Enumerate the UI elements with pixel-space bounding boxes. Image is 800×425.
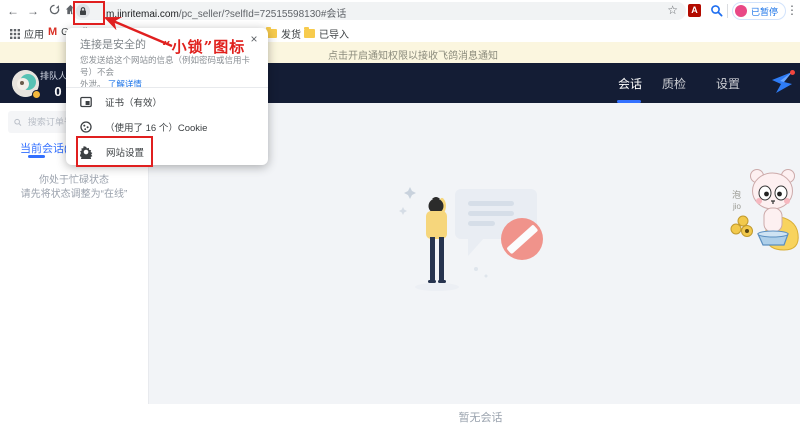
forward-icon[interactable]: → <box>26 4 40 18</box>
certificate-row[interactable]: 证书（有效） <box>66 92 268 112</box>
popup-body-line1: 您发送给这个网站的信息（例如密码或信用卡号）不会 <box>80 55 250 77</box>
tab-settings[interactable]: 设置 <box>716 75 740 92</box>
bear-sticker: 泡 jio <box>726 158 800 271</box>
bookmark-folder-1-label: 发货 <box>281 26 301 41</box>
gmail-icon: M <box>48 26 57 38</box>
no-session-label: 暂无会话 <box>398 409 563 425</box>
certificate-icon <box>80 96 92 108</box>
sticker-text-2: jio <box>732 202 742 211</box>
empty-state-illustration <box>398 181 563 308</box>
busy-status-line1: 你处于忙碌状态 <box>0 171 148 186</box>
search-icon <box>14 118 22 127</box>
cookies-row[interactable]: （使用了 16 个）Cookie <box>66 117 268 137</box>
bookmark-folder-1[interactable]: 发货 <box>266 26 301 41</box>
url-path: /pc_seller/?selfId=72515598130#会话 <box>179 9 347 20</box>
bookmark-star-icon[interactable]: ☆ <box>667 3 678 17</box>
tab-quality[interactable]: 质检 <box>662 75 686 92</box>
close-icon[interactable]: × <box>247 32 261 46</box>
bookmark-apps-label: 应用 <box>24 26 44 41</box>
bookmark-apps[interactable]: 应用 <box>10 26 44 41</box>
tab-session[interactable]: 会话 <box>618 75 642 92</box>
notification-message: 点击开启通知权限以接收飞鸽消息通知 <box>328 47 498 62</box>
cookie-icon <box>80 121 92 133</box>
refresh-icon[interactable] <box>47 4 61 18</box>
popup-body: 您发送给这个网站的信息（例如密码或信用卡号）不会外泄。 了解详情 <box>80 54 258 90</box>
annotation-lock-caption: “小锁”图标 <box>162 36 245 57</box>
back-icon[interactable]: ← <box>6 4 20 18</box>
chrome-menu-icon[interactable]: ⋮ <box>786 3 798 17</box>
busy-status-line2: 请先将状态调整为“在线” <box>0 185 148 200</box>
profile-button[interactable]: 已暂停 <box>732 2 786 20</box>
sticker-text-1: 泡 <box>732 189 741 200</box>
annotation-box-site-settings <box>76 136 153 167</box>
bookmark-folder-imported[interactable]: 已导入 <box>304 26 349 41</box>
cookies-label: （使用了 16 个）Cookie <box>105 120 207 134</box>
folder-icon <box>304 29 315 38</box>
toolbar-divider <box>727 4 728 18</box>
pdf-extension-icon[interactable]: A <box>688 4 701 17</box>
search-extension-icon[interactable] <box>710 4 723 22</box>
sync-paused-label: 已暂停 <box>751 5 778 18</box>
certificate-label: 证书（有效） <box>105 95 162 109</box>
popup-divider <box>66 87 268 88</box>
apps-grid-icon <box>10 29 20 39</box>
session-tab-indicator <box>28 155 45 158</box>
profile-avatar <box>735 5 747 17</box>
feige-logo-icon[interactable] <box>770 68 796 101</box>
bookmark-folder-imported-label: 已导入 <box>319 26 349 41</box>
